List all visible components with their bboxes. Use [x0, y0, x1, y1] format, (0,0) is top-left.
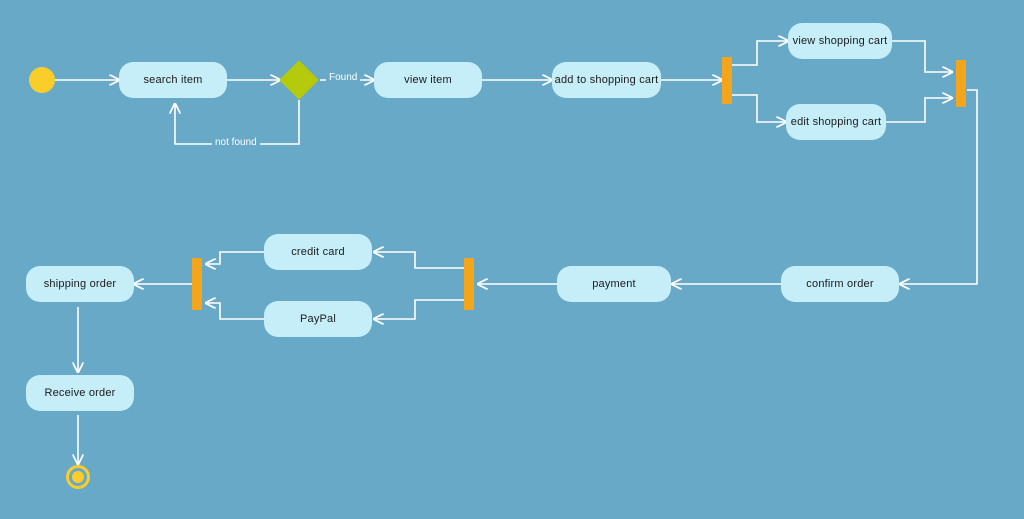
edge-fork-to-edit-cart	[732, 94, 786, 122]
edge-label-not-found: not found	[212, 137, 260, 148]
activity-node-shipping-order[interactable]: shipping order	[26, 266, 134, 302]
activity-label: view shopping cart	[792, 35, 888, 47]
activity-label: Receive order	[44, 387, 116, 399]
activity-node-view-item[interactable]: view item	[374, 62, 482, 98]
activity-node-edit-shopping-cart[interactable]: edit shopping cart	[786, 104, 886, 140]
join-bar-cart[interactable]	[956, 60, 966, 107]
activity-node-view-shopping-cart[interactable]: view shopping cart	[788, 23, 892, 59]
activity-node-add-to-shopping-cart[interactable]: add to shopping cart	[552, 62, 661, 98]
activity-diagram-canvas: search item Found not found view item ad…	[0, 0, 1024, 519]
activity-label: PayPal	[299, 313, 337, 325]
activity-label: edit shopping cart	[790, 116, 882, 128]
activity-node-receive-order[interactable]: Receive order	[26, 375, 134, 411]
activity-node-credit-card[interactable]: credit card	[264, 234, 372, 270]
activity-label: search item	[143, 74, 203, 86]
activity-node-payment[interactable]: payment	[557, 266, 671, 302]
activity-node-paypal[interactable]: PayPal	[264, 301, 372, 337]
end-node[interactable]	[66, 465, 90, 489]
edge-credit-card-to-join	[206, 251, 264, 264]
activity-node-confirm-order[interactable]: confirm order	[781, 266, 899, 302]
edge-paypal-to-join	[206, 303, 264, 320]
edge-edit-cart-to-join	[886, 98, 952, 123]
edge-view-cart-to-join	[892, 40, 952, 72]
activity-label: view item	[404, 74, 452, 86]
activity-label: credit card	[291, 246, 345, 258]
fork-bar-payment[interactable]	[464, 258, 474, 310]
activity-label: payment	[592, 278, 636, 290]
end-node-core	[72, 471, 84, 483]
edge-label-found: Found	[326, 72, 361, 83]
activity-node-search-item[interactable]: search item	[119, 62, 227, 98]
fork-bar-cart[interactable]	[722, 57, 732, 104]
activity-label: add to shopping cart	[554, 74, 659, 86]
edge-fork-to-view-cart	[732, 41, 788, 66]
edge-fork-to-credit-card	[374, 252, 464, 269]
edge-join-to-confirm-order	[900, 89, 978, 284]
start-node[interactable]	[29, 67, 55, 93]
activity-label: confirm order	[806, 278, 874, 290]
edge-fork-to-paypal	[374, 299, 464, 319]
activity-label: shipping order	[43, 278, 117, 290]
join-bar-payment[interactable]	[192, 258, 202, 310]
